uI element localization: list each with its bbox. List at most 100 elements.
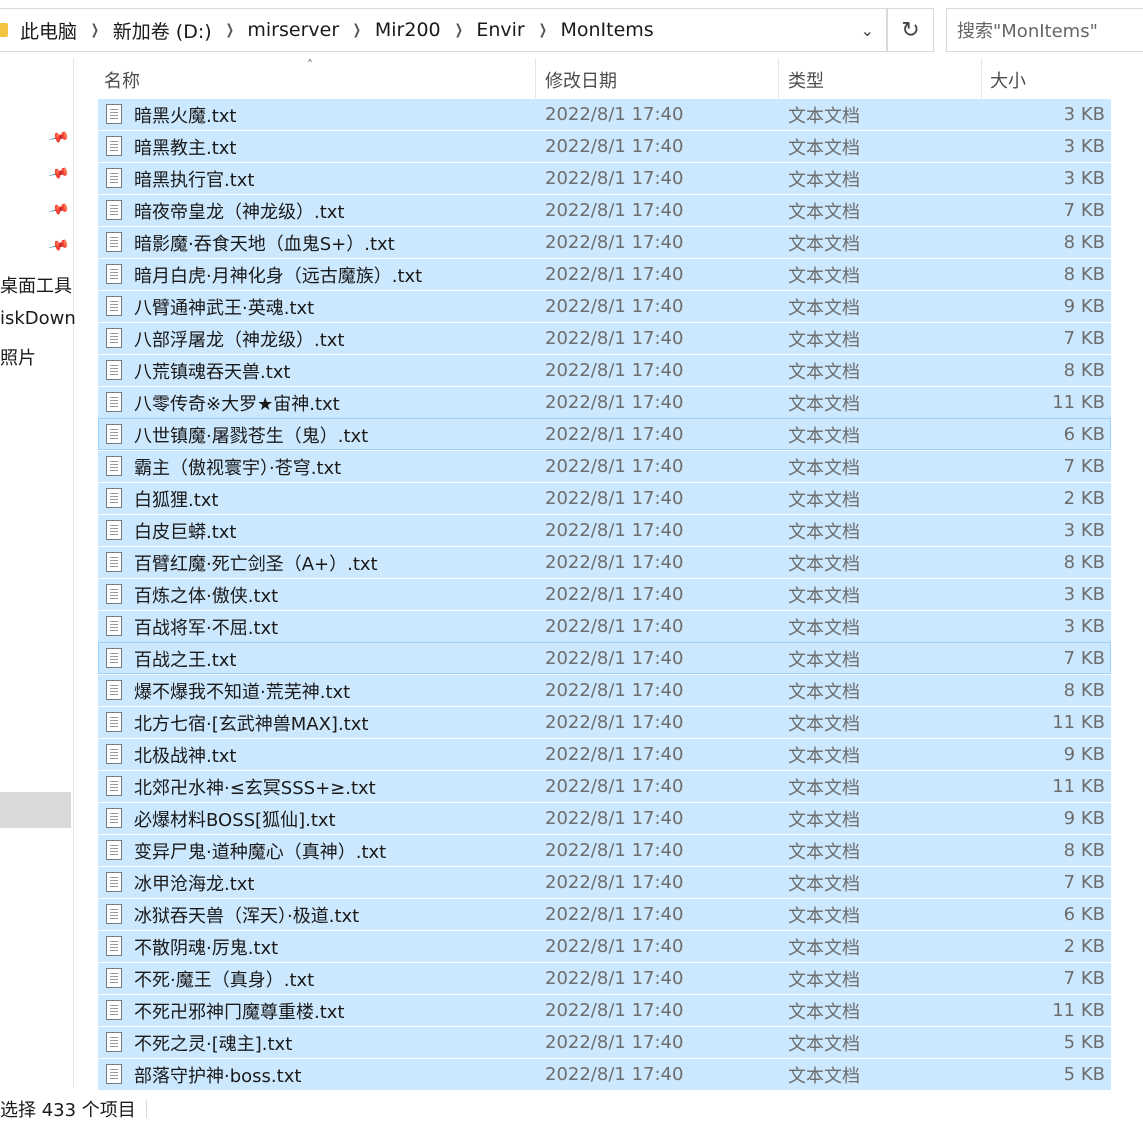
text-file-icon — [106, 232, 122, 252]
column-type-label: 类型 — [788, 71, 824, 92]
breadcrumb-separator-icon[interactable]: ❯ — [454, 22, 462, 38]
file-row[interactable]: 冰甲沧海龙.txt 2022/8/1 17:40 文本文档 7 KB — [98, 866, 1111, 898]
file-row[interactable]: 八世镇魔·屠戮苍生（鬼）.txt 2022/8/1 17:40 文本文档 6 KB — [98, 418, 1111, 450]
file-modified-date: 2022/8/1 17:40 — [545, 680, 684, 701]
file-modified-date: 2022/8/1 17:40 — [545, 1064, 684, 1085]
file-row[interactable]: 不死卍邪神冂魔尊重楼.txt 2022/8/1 17:40 文本文档 11 KB — [98, 994, 1111, 1026]
file-row[interactable]: 百战将军·不屈.txt 2022/8/1 17:40 文本文档 3 KB — [98, 610, 1111, 642]
chevron-down-icon[interactable]: ⌄ — [861, 21, 874, 40]
file-modified-date: 2022/8/1 17:40 — [545, 968, 684, 989]
address-bar[interactable]: 此电脑 ❯ 新加卷 (D:) ❯ mirserver ❯ Mir200 ❯ En… — [0, 8, 887, 52]
breadcrumb-separator-icon[interactable]: ❯ — [91, 22, 99, 38]
column-header-date[interactable]: 修改日期 — [536, 58, 779, 102]
file-row[interactable]: 八部浮屠龙（神龙级）.txt 2022/8/1 17:40 文本文档 7 KB — [98, 322, 1111, 354]
file-type: 文本文档 — [788, 489, 860, 511]
file-size: 7 KB — [1063, 456, 1105, 477]
file-row[interactable]: 冰狱吞天兽（浑天）·极道.txt 2022/8/1 17:40 文本文档 6 KB — [98, 898, 1111, 930]
text-file-icon — [106, 328, 122, 348]
file-row[interactable]: 不死之灵·[魂主].txt 2022/8/1 17:40 文本文档 5 KB — [98, 1026, 1111, 1058]
file-type: 文本文档 — [788, 681, 860, 703]
file-modified-date: 2022/8/1 17:40 — [545, 296, 684, 317]
file-row[interactable]: 白狐狸.txt 2022/8/1 17:40 文本文档 2 KB — [98, 482, 1111, 514]
file-type: 文本文档 — [788, 393, 860, 415]
breadcrumb-drive-d[interactable]: 新加卷 (D:) — [113, 17, 212, 44]
status-divider — [146, 1100, 147, 1118]
file-row[interactable]: 暗黑火魔.txt 2022/8/1 17:40 文本文档 3 KB — [98, 98, 1111, 130]
breadcrumb-separator-icon[interactable]: ❯ — [353, 22, 361, 38]
refresh-button[interactable]: ↻ — [887, 8, 934, 52]
breadcrumb-this-pc[interactable]: 此电脑 — [20, 17, 77, 44]
file-row[interactable]: 必爆材料BOSS[狐仙].txt 2022/8/1 17:40 文本文档 9 KB — [98, 802, 1111, 834]
file-size: 8 KB — [1063, 360, 1105, 381]
file-modified-date: 2022/8/1 17:40 — [545, 1000, 684, 1021]
file-row[interactable]: 八臂通神武王·英魂.txt 2022/8/1 17:40 文本文档 9 KB — [98, 290, 1111, 322]
file-modified-date: 2022/8/1 17:40 — [545, 872, 684, 893]
column-header-name[interactable]: 名称 — [98, 58, 536, 102]
file-row[interactable]: 爆不爆我不知道·荒芜神.txt 2022/8/1 17:40 文本文档 8 KB — [98, 674, 1111, 706]
file-row[interactable]: 不死·魔王（真身）.txt 2022/8/1 17:40 文本文档 7 KB — [98, 962, 1111, 994]
text-file-icon — [106, 264, 122, 284]
nav-item-desktop-tools[interactable]: 桌面工具 — [0, 272, 72, 298]
search-input[interactable]: 搜索"MonItems" — [946, 8, 1143, 52]
text-file-icon — [106, 840, 122, 860]
file-row[interactable]: 暗黑教主.txt 2022/8/1 17:40 文本文档 3 KB — [98, 130, 1111, 162]
file-row[interactable]: 百炼之体·傲侠.txt 2022/8/1 17:40 文本文档 3 KB — [98, 578, 1111, 610]
file-size: 3 KB — [1063, 136, 1105, 157]
breadcrumb-mir200[interactable]: Mir200 — [375, 19, 441, 41]
file-name: 北方七宿·[玄武神兽MAX].txt — [134, 713, 369, 735]
file-row[interactable]: 八零传奇※大罗★宙神.txt 2022/8/1 17:40 文本文档 11 KB — [98, 386, 1111, 418]
address-row: 此电脑 ❯ 新加卷 (D:) ❯ mirserver ❯ Mir200 ❯ En… — [0, 0, 1143, 58]
pin-icon[interactable]: 📌 — [47, 163, 70, 186]
file-size: 9 KB — [1063, 808, 1105, 829]
file-size: 3 KB — [1063, 168, 1105, 189]
nav-item-photos[interactable]: 照片 — [0, 344, 36, 370]
file-row[interactable]: 暗夜帝皇龙（神龙级）.txt 2022/8/1 17:40 文本文档 7 KB — [98, 194, 1111, 226]
column-header-type[interactable]: 类型 — [779, 58, 982, 102]
file-size: 3 KB — [1063, 520, 1105, 541]
pin-icon[interactable]: 📌 — [47, 235, 70, 258]
file-row[interactable]: 北方七宿·[玄武神兽MAX].txt 2022/8/1 17:40 文本文档 11 K… — [98, 706, 1111, 738]
file-row[interactable]: 变异尸鬼·道种魔心（真神）.txt 2022/8/1 17:40 文本文档 8 KB — [98, 834, 1111, 866]
file-row[interactable]: 部落守护神·boss.txt 2022/8/1 17:40 文本文档 5 KB — [98, 1058, 1111, 1090]
breadcrumb-separator-icon[interactable]: ❯ — [225, 22, 233, 38]
pin-icon[interactable]: 📌 — [47, 127, 70, 150]
file-modified-date: 2022/8/1 17:40 — [545, 712, 684, 733]
file-row[interactable]: 白皮巨蟒.txt 2022/8/1 17:40 文本文档 3 KB — [98, 514, 1111, 546]
breadcrumb-monitems[interactable]: MonItems — [560, 19, 653, 41]
file-name: 霸主（傲视寰宇）·苍穹.txt — [134, 457, 342, 479]
file-size: 5 KB — [1063, 1032, 1105, 1053]
file-row[interactable]: 不散阴魂·厉鬼.txt 2022/8/1 17:40 文本文档 2 KB — [98, 930, 1111, 962]
nav-item-selected[interactable] — [0, 792, 71, 828]
text-file-icon — [106, 808, 122, 828]
nav-item-diskdown[interactable]: iskDown — [0, 308, 76, 329]
file-modified-date: 2022/8/1 17:40 — [545, 168, 684, 189]
file-row[interactable]: 八荒镇魂吞天兽.txt 2022/8/1 17:40 文本文档 8 KB — [98, 354, 1111, 386]
column-header-size[interactable]: 大小 — [982, 58, 1116, 102]
file-size: 3 KB — [1063, 616, 1105, 637]
refresh-icon: ↻ — [901, 17, 920, 43]
file-size: 11 KB — [1052, 712, 1105, 733]
file-row[interactable]: 暗影魔·吞食天地（血鬼S+）.txt 2022/8/1 17:40 文本文档 8 KB — [98, 226, 1111, 258]
breadcrumb-mirserver[interactable]: mirserver — [247, 19, 339, 41]
file-name: 变异尸鬼·道种魔心（真神）.txt — [134, 841, 387, 863]
file-row[interactable]: 百战之王.txt 2022/8/1 17:40 文本文档 7 KB — [98, 642, 1111, 674]
text-file-icon — [106, 776, 122, 796]
file-modified-date: 2022/8/1 17:40 — [545, 136, 684, 157]
file-type: 文本文档 — [788, 617, 860, 639]
file-row[interactable]: 霸主（傲视寰宇）·苍穹.txt 2022/8/1 17:40 文本文档 7 KB — [98, 450, 1111, 482]
pin-icon[interactable]: 📌 — [47, 199, 70, 222]
text-file-icon — [106, 584, 122, 604]
file-modified-date: 2022/8/1 17:40 — [545, 552, 684, 573]
file-row[interactable]: 北极战神.txt 2022/8/1 17:40 文本文档 9 KB — [98, 738, 1111, 770]
file-row[interactable]: 暗月白虎·月神化身（远古魔族）.txt 2022/8/1 17:40 文本文档 8 K… — [98, 258, 1111, 290]
file-modified-date: 2022/8/1 17:40 — [545, 264, 684, 285]
file-row[interactable]: 北郊卍水神·≤玄冥SSS+≥.txt 2022/8/1 17:40 文本文档 11 K… — [98, 770, 1111, 802]
text-file-icon — [106, 360, 122, 380]
file-row[interactable]: 暗黑执行官.txt 2022/8/1 17:40 文本文档 3 KB — [98, 162, 1111, 194]
text-file-icon — [106, 104, 122, 124]
file-name: 暗黑教主.txt — [134, 137, 237, 159]
file-size: 2 KB — [1063, 936, 1105, 957]
breadcrumb-separator-icon[interactable]: ❯ — [539, 22, 547, 38]
file-row[interactable]: 百臂红魔·死亡剑圣（A+）.txt 2022/8/1 17:40 文本文档 8 KB — [98, 546, 1111, 578]
breadcrumb-envir[interactable]: Envir — [476, 19, 524, 41]
